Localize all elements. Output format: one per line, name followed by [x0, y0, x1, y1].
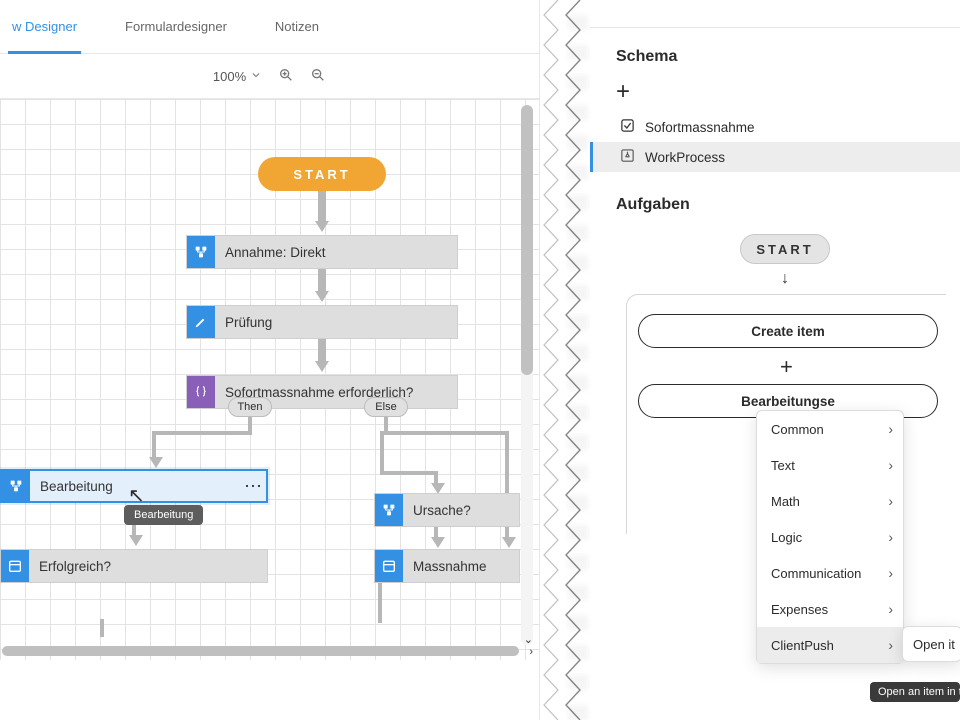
menu-label: Text — [771, 458, 795, 473]
menu-label: ClientPush — [771, 638, 834, 653]
menu-item-logic[interactable]: Logic › — [757, 519, 903, 555]
tabs: w Designer Formulardesigner Notizen — [0, 0, 539, 54]
mini-start-label: START — [756, 242, 813, 257]
menu-label: Communication — [771, 566, 861, 581]
node-more-button[interactable]: ⋯ — [240, 471, 266, 501]
mini-start-node[interactable]: START — [740, 234, 830, 264]
node-pruefung[interactable]: Prüfung — [186, 305, 458, 339]
zoom-level-dropdown[interactable]: 100% — [213, 69, 262, 84]
node-label: Prüfung — [215, 306, 457, 338]
chevron-down-icon — [250, 69, 262, 84]
tab-notizen[interactable]: Notizen — [271, 0, 323, 54]
scroll-chevron-down-icon[interactable]: ⌄ — [524, 633, 533, 646]
chevron-right-icon: › — [888, 637, 893, 653]
menu-item-math[interactable]: Math › — [757, 483, 903, 519]
node-erfolgreich[interactable]: Erfolgreich? — [0, 549, 268, 583]
create-item-label: Create item — [751, 324, 825, 339]
create-item-button[interactable]: Create item — [638, 314, 938, 348]
menu-item-expenses[interactable]: Expenses › — [757, 591, 903, 627]
zoom-in-icon[interactable] — [278, 67, 294, 86]
node-sofort[interactable]: Sofortmassnahme erforderlich? — [186, 375, 458, 409]
tab-formulardesigner[interactable]: Formulardesigner — [121, 0, 231, 54]
node-label: Annahme: Direkt — [215, 236, 457, 268]
node-ursache[interactable]: Ursache? — [374, 493, 520, 527]
node-label: Erfolgreich? — [29, 550, 267, 582]
menu-label: Common — [771, 422, 824, 437]
chevron-right-icon: › — [888, 565, 893, 581]
menu-item-clientpush[interactable]: ClientPush › — [757, 627, 903, 663]
horizontal-scrollbar[interactable] — [2, 646, 519, 656]
subflow-icon — [187, 236, 215, 268]
chevron-right-icon: › — [888, 457, 893, 473]
calendar-icon — [375, 550, 403, 582]
schema-item-sofortmassnahme[interactable]: Sofortmassnahme — [616, 112, 960, 142]
down-arrow-icon: ↓ — [781, 270, 789, 288]
menu-label: Logic — [771, 530, 802, 545]
chevron-right-icon: › — [888, 601, 893, 617]
schema-item-label: Sofortmassnahme — [645, 120, 755, 135]
schema-item-workprocess[interactable]: WorkProcess — [590, 142, 960, 172]
schema-item-label: WorkProcess — [645, 150, 725, 165]
flow-canvas[interactable]: START Annahme: Direkt Prüfung — [0, 98, 539, 660]
checkbox-icon — [620, 118, 635, 136]
schema-add-button[interactable]: + — [616, 80, 960, 104]
bearbeitung-step-label: Bearbeitungse — [741, 394, 835, 409]
context-menu[interactable]: Common › Text › Math › Logic › Communication… — [756, 410, 904, 664]
braces-icon — [187, 376, 215, 408]
split-separator — [540, 0, 590, 720]
zoom-out-icon[interactable] — [310, 67, 326, 86]
branch-else: Else — [364, 397, 408, 417]
menu-item-text[interactable]: Text › — [757, 447, 903, 483]
menu-label: Math — [771, 494, 800, 509]
branch-then: Then — [228, 397, 272, 417]
node-massnahme[interactable]: Massnahme — [374, 549, 520, 583]
menu-item-common[interactable]: Common › — [757, 411, 903, 447]
vertical-scrollbar[interactable] — [521, 105, 533, 645]
tab-flow-designer[interactable]: w Designer — [8, 0, 81, 54]
zoom-value: 100% — [213, 69, 246, 84]
workflow-icon — [620, 148, 635, 166]
scroll-chevron-right-icon[interactable]: › — [529, 646, 533, 658]
node-annahme[interactable]: Annahme: Direkt — [186, 235, 458, 269]
node-label: Ursache? — [403, 494, 519, 526]
subflow-icon — [375, 494, 403, 526]
chevron-right-icon: › — [888, 421, 893, 437]
submenu-item-label: Open it — [913, 637, 955, 652]
tooltip: Bearbeitung — [124, 505, 203, 525]
flow-designer-pane: w Designer Formulardesigner Notizen 100% — [0, 0, 540, 720]
menu-label: Expenses — [771, 602, 828, 617]
chevron-right-icon: › — [888, 493, 893, 509]
start-label: START — [293, 167, 350, 182]
chevron-right-icon: › — [888, 529, 893, 545]
node-label: Massnahme — [403, 550, 519, 582]
subflow-icon — [2, 471, 30, 501]
zoom-toolbar: 100% — [0, 54, 539, 98]
calendar-icon — [1, 550, 29, 582]
menu-item-communication[interactable]: Communication › — [757, 555, 903, 591]
tooltip-bottom: Open an item in the cli — [870, 682, 960, 702]
flow-start-node[interactable]: START — [258, 157, 386, 191]
schema-title: Schema — [616, 48, 960, 66]
add-step-button[interactable]: + — [780, 354, 793, 380]
submenu-open-item[interactable]: Open it — [902, 626, 960, 662]
aufgaben-title: Aufgaben — [616, 196, 960, 214]
edit-icon — [187, 306, 215, 338]
